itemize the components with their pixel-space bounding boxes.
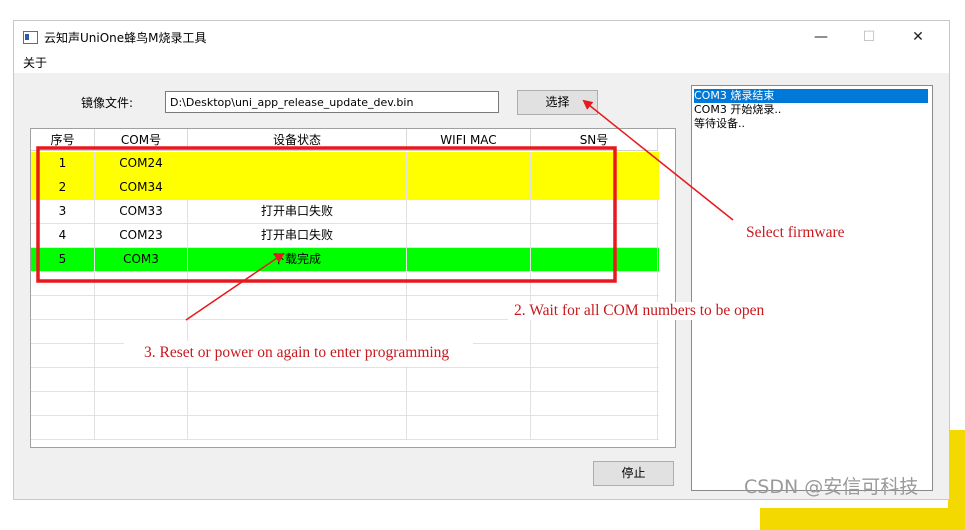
annotation-overlay [36,99,734,321]
note-select-firmware: Select firmware [746,224,845,242]
arrow-select [582,99,734,221]
arrow-reset [185,252,285,321]
highlight-box [36,146,617,283]
watermark: CSDN @安信可科技 [744,476,919,498]
note-wait-com: 2. Wait for all COM numbers to be open [508,302,771,320]
note-reset-power: 3. Reset or power on again to enter prog… [124,341,474,366]
